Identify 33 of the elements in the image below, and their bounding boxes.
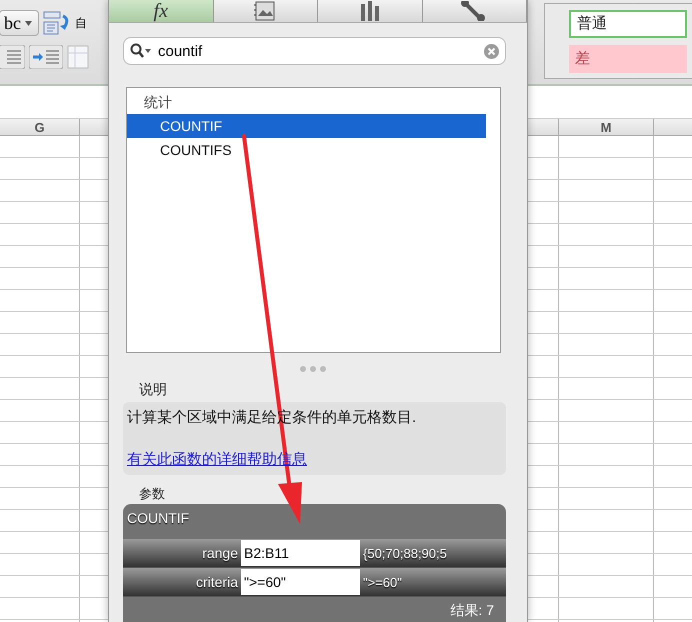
indent-icon[interactable] xyxy=(29,45,63,69)
search-icon xyxy=(130,43,154,59)
chart-tab[interactable] xyxy=(318,0,422,22)
function-item[interactable]: COUNTIF xyxy=(127,114,486,138)
caret-icon xyxy=(25,20,32,26)
cell-style[interactable]: 普通 xyxy=(569,10,687,38)
argument-label: range xyxy=(201,545,239,561)
argument-value: {50;70;88;90;5 xyxy=(362,546,447,560)
section-heading: 参数 xyxy=(139,485,166,503)
clear-icon[interactable] xyxy=(484,44,499,58)
wrap-text-label: 自 xyxy=(75,14,87,32)
outdent-icon[interactable] xyxy=(0,45,25,69)
formula-tab[interactable]: fx xyxy=(109,0,214,22)
cell-style[interactable]: 差 xyxy=(569,45,687,73)
argument-value: ">=60" xyxy=(362,574,402,590)
search-field[interactable]: countif xyxy=(123,37,506,65)
function-name: COUNTIF xyxy=(127,510,190,528)
wrap-text-icon[interactable] xyxy=(43,10,71,36)
wrench-icon xyxy=(461,1,488,21)
result-text: 结果: 7 xyxy=(450,602,494,618)
media-tab[interactable] xyxy=(214,0,318,22)
argument-field[interactable]: B2:B11 xyxy=(241,540,360,566)
category-label: 统计 xyxy=(143,93,173,112)
photo-album-icon xyxy=(254,1,276,21)
bar-chart-icon xyxy=(358,1,381,21)
section-heading: 说明 xyxy=(139,381,168,399)
argument-field[interactable]: ">=60" xyxy=(241,569,360,595)
table-icon[interactable] xyxy=(67,45,89,69)
argument-label: criteria xyxy=(194,574,239,590)
tools-tab[interactable] xyxy=(422,0,527,22)
font-button[interactable]: bc xyxy=(0,10,39,36)
resize-handle-icon[interactable] xyxy=(299,365,327,373)
function-item[interactable]: COUNTIFS xyxy=(127,138,486,162)
